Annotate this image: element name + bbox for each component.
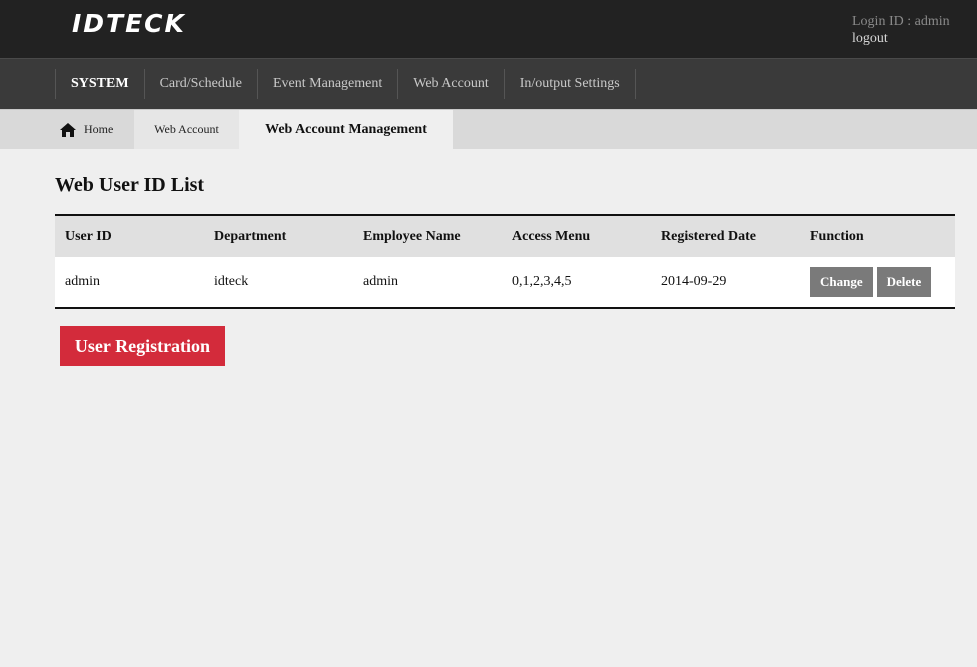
- breadcrumb-web-account[interactable]: Web Account: [134, 110, 239, 149]
- column-header: Registered Date: [661, 228, 756, 244]
- top-header: IDTECK Login ID : admin logout: [0, 0, 977, 58]
- column-header: Department: [214, 228, 287, 244]
- user-table: User ID Department Employee Name Access …: [55, 214, 955, 309]
- column-header: User ID: [65, 228, 112, 244]
- home-icon: [60, 122, 76, 137]
- nav-item-card-schedule[interactable]: Card/Schedule: [145, 69, 258, 99]
- nav-item-event-management[interactable]: Event Management: [258, 69, 399, 99]
- user-id-cell: admin: [65, 274, 100, 289]
- function-cell: Change Delete: [800, 267, 955, 297]
- idteck-logo[interactable]: IDTECK: [72, 9, 186, 39]
- main-nav: SYSTEM Card/Schedule Event Management We…: [0, 58, 977, 109]
- registered-date-cell: 2014-09-29: [661, 274, 727, 289]
- login-info: Login ID : admin logout: [852, 13, 950, 47]
- nav-item-inoutput-settings[interactable]: In/output Settings: [505, 69, 636, 99]
- delete-button[interactable]: Delete: [876, 267, 932, 297]
- logout-link[interactable]: logout: [852, 30, 950, 47]
- breadcrumb-current: Web Account Management: [239, 110, 453, 149]
- column-header: Access Menu: [512, 228, 591, 244]
- department-cell: idteck: [214, 274, 249, 289]
- login-id-text: Login ID : admin: [852, 14, 950, 29]
- change-button[interactable]: Change: [810, 267, 873, 297]
- breadcrumb-home-label: Home: [84, 122, 114, 136]
- user-registration-button[interactable]: User Registration: [60, 326, 225, 366]
- table-header-row: User ID Department Employee Name Access …: [55, 216, 955, 257]
- column-header: Function: [810, 228, 864, 244]
- breadcrumb-home[interactable]: Home: [55, 110, 134, 149]
- nav-item-system[interactable]: SYSTEM: [56, 69, 145, 99]
- employee-name-cell: admin: [363, 274, 398, 289]
- nav-list: SYSTEM Card/Schedule Event Management We…: [55, 69, 636, 99]
- page-title: Web User ID List: [55, 174, 205, 196]
- breadcrumb: Home Web Account Web Account Management: [0, 109, 977, 149]
- access-menu-cell: 0,1,2,3,4,5: [512, 274, 572, 289]
- column-header: Employee Name: [363, 228, 461, 244]
- nav-item-web-account[interactable]: Web Account: [398, 69, 505, 99]
- table-row: admin idteck admin 0,1,2,3,4,5 2014-09-2…: [55, 257, 955, 307]
